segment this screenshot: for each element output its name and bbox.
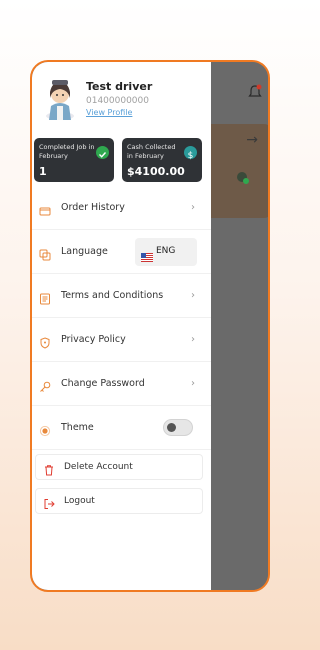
cash-collected-card: Cash Collected in February $4100.00 $ bbox=[122, 138, 202, 182]
language-selector[interactable]: ENG bbox=[135, 238, 197, 266]
driver-phone: 01400000000 bbox=[86, 96, 149, 106]
language-icon bbox=[39, 246, 51, 260]
notification-bell-icon bbox=[248, 84, 262, 100]
menu-item-terms[interactable]: Terms and Conditions › bbox=[32, 274, 211, 318]
chevron-right-icon: › bbox=[191, 378, 195, 389]
chevron-right-icon: › bbox=[191, 334, 195, 345]
view-profile-link[interactable]: View Profile bbox=[86, 108, 132, 117]
logout-label: Logout bbox=[64, 496, 95, 506]
trash-icon bbox=[43, 461, 55, 476]
theme-sun-icon bbox=[39, 422, 51, 436]
shield-icon bbox=[39, 334, 51, 349]
profile-header[interactable]: Test driver 01400000000 View Profile bbox=[38, 76, 208, 122]
menu-label-terms: Terms and Conditions bbox=[61, 290, 164, 301]
completed-jobs-value: 1 bbox=[39, 165, 47, 178]
logout-icon bbox=[43, 495, 55, 509]
us-flag-icon bbox=[141, 247, 153, 262]
key-icon bbox=[39, 378, 51, 392]
menu-item-theme: Theme bbox=[32, 406, 211, 450]
menu-item-language[interactable]: Language ENG bbox=[32, 230, 211, 274]
logout-button[interactable]: Logout bbox=[35, 488, 203, 514]
status-icon bbox=[236, 170, 250, 184]
check-icon bbox=[96, 146, 109, 159]
menu-label-change-password: Change Password bbox=[61, 378, 145, 389]
dollar-icon: $ bbox=[184, 146, 197, 161]
svg-text:$: $ bbox=[188, 151, 194, 161]
menu-item-privacy[interactable]: Privacy Policy › bbox=[32, 318, 211, 362]
menu-label-privacy: Privacy Policy bbox=[61, 334, 126, 345]
delete-account-label: Delete Account bbox=[64, 462, 133, 472]
phone-frame: → Test driver 01400000000 View Profile C… bbox=[30, 60, 270, 592]
chevron-right-icon: › bbox=[191, 202, 195, 213]
delete-account-button[interactable]: Delete Account bbox=[35, 454, 203, 480]
toggle-knob bbox=[167, 423, 176, 432]
language-code: ENG bbox=[156, 246, 176, 256]
menu-label-order-history: Order History bbox=[61, 202, 125, 213]
menu-item-change-password[interactable]: Change Password › bbox=[32, 362, 211, 406]
driver-name: Test driver bbox=[86, 80, 153, 93]
completed-jobs-card: Completed Job in February 1 bbox=[34, 138, 114, 182]
theme-toggle[interactable] bbox=[163, 419, 193, 436]
menu-label-language: Language bbox=[61, 246, 108, 257]
menu-item-order-history[interactable]: Order History › bbox=[32, 186, 211, 230]
cash-collected-value: $4100.00 bbox=[127, 165, 185, 178]
completed-jobs-label: Completed Job in February bbox=[39, 143, 95, 160]
chevron-right-icon: › bbox=[191, 290, 195, 301]
menu-label-theme: Theme bbox=[61, 422, 94, 433]
avatar bbox=[40, 76, 80, 120]
side-drawer: Test driver 01400000000 View Profile Com… bbox=[32, 62, 211, 590]
order-box-icon bbox=[39, 202, 51, 215]
document-icon bbox=[39, 290, 51, 304]
drawer-menu: Order History › Language ENG Terms and C… bbox=[32, 186, 211, 450]
arrow-right-icon: → bbox=[246, 132, 258, 148]
cash-collected-label: Cash Collected in February bbox=[127, 143, 176, 160]
